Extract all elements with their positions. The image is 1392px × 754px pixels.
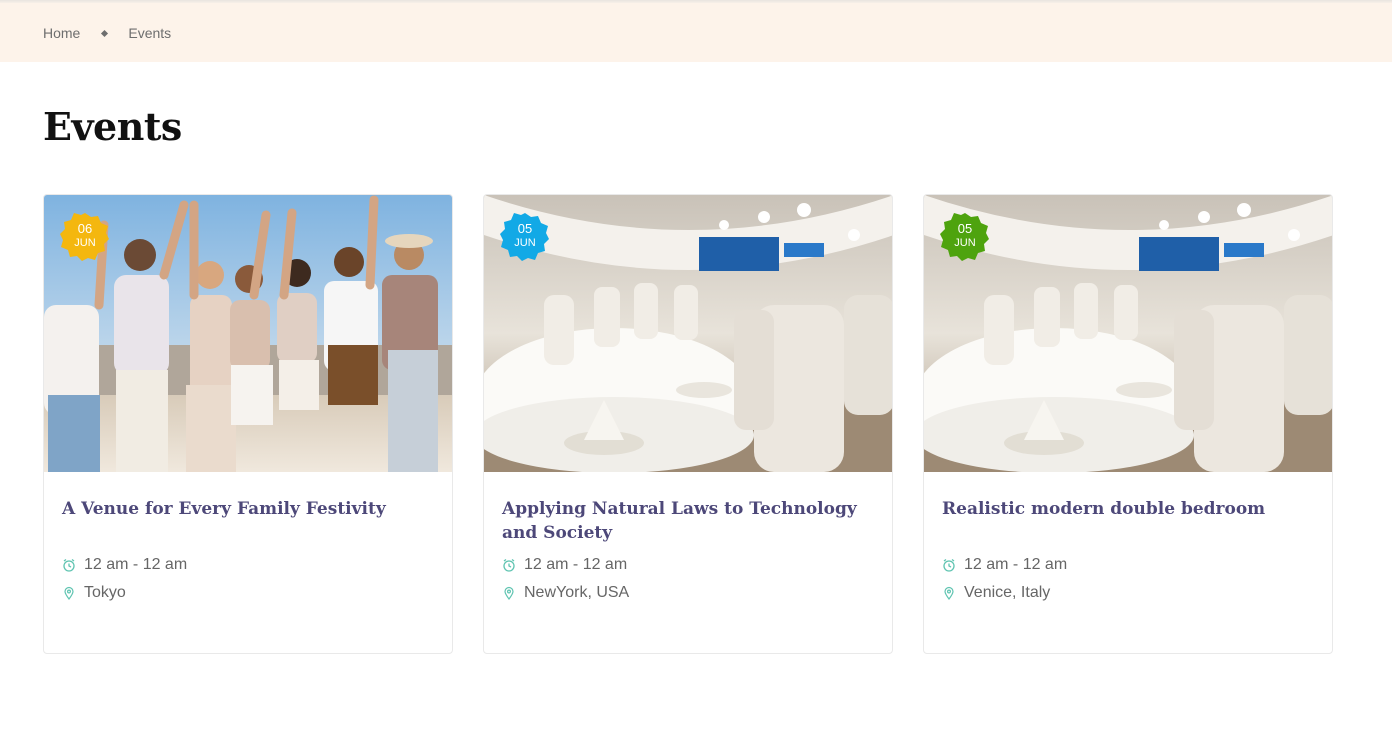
breadcrumb: Home Events	[43, 25, 171, 41]
event-time-text: 12 am - 12 am	[524, 556, 628, 573]
date-month: JUN	[514, 237, 536, 249]
map-pin-icon	[64, 586, 74, 600]
date-month: JUN	[954, 237, 976, 249]
event-time-text: 12 am - 12 am	[84, 556, 188, 573]
event-location: Tokyo	[62, 584, 126, 602]
date-day: 05	[957, 221, 973, 236]
event-time: 12 am - 12 am	[942, 556, 1067, 574]
event-title[interactable]: A Venue for Every Family Festivity	[62, 497, 442, 521]
date-day: 05	[517, 221, 533, 236]
breadcrumb-home-link[interactable]: Home	[43, 25, 80, 41]
date-badge: 05 JUN	[940, 212, 990, 262]
map-pin-icon	[944, 586, 954, 600]
clock-icon	[503, 558, 515, 572]
event-time: 12 am - 12 am	[62, 556, 187, 574]
event-title[interactable]: Realistic modern double bedroom	[942, 497, 1322, 521]
event-card[interactable]: 06 JUN A Venue for Every Family Festivit…	[43, 194, 453, 654]
map-pin-icon	[504, 586, 514, 600]
event-time: 12 am - 12 am	[502, 556, 627, 574]
event-image-group-of-friends[interactable]: 06 JUN	[44, 195, 452, 472]
event-card[interactable]: 05 JUN Realistic modern double bedroom 1…	[923, 194, 1333, 654]
date-badge: 06 JUN	[60, 212, 110, 262]
event-title[interactable]: Applying Natural Laws to Technology and …	[502, 497, 882, 545]
page-title: Events	[43, 104, 182, 149]
event-location-text: NewYork, USA	[524, 584, 630, 601]
date-day: 06	[77, 221, 93, 236]
clock-icon	[63, 558, 75, 572]
event-location: NewYork, USA	[502, 584, 629, 602]
diamond-icon	[101, 29, 109, 37]
event-card[interactable]: 05 JUN Applying Natural Laws to Technolo…	[483, 194, 893, 654]
event-time-text: 12 am - 12 am	[964, 556, 1068, 573]
date-badge: 05 JUN	[500, 212, 550, 262]
event-location-text: Venice, Italy	[964, 584, 1051, 601]
event-location-text: Tokyo	[84, 584, 126, 601]
clock-icon	[943, 558, 955, 572]
event-location: Venice, Italy	[942, 584, 1050, 602]
breadcrumb-current: Events	[128, 25, 172, 41]
event-image-banquet-hall[interactable]: 05 JUN	[484, 195, 892, 472]
breadcrumb-bar: Home Events	[0, 3, 1392, 62]
event-image-banquet-hall[interactable]: 05 JUN	[924, 195, 1332, 472]
date-month: JUN	[74, 237, 96, 249]
